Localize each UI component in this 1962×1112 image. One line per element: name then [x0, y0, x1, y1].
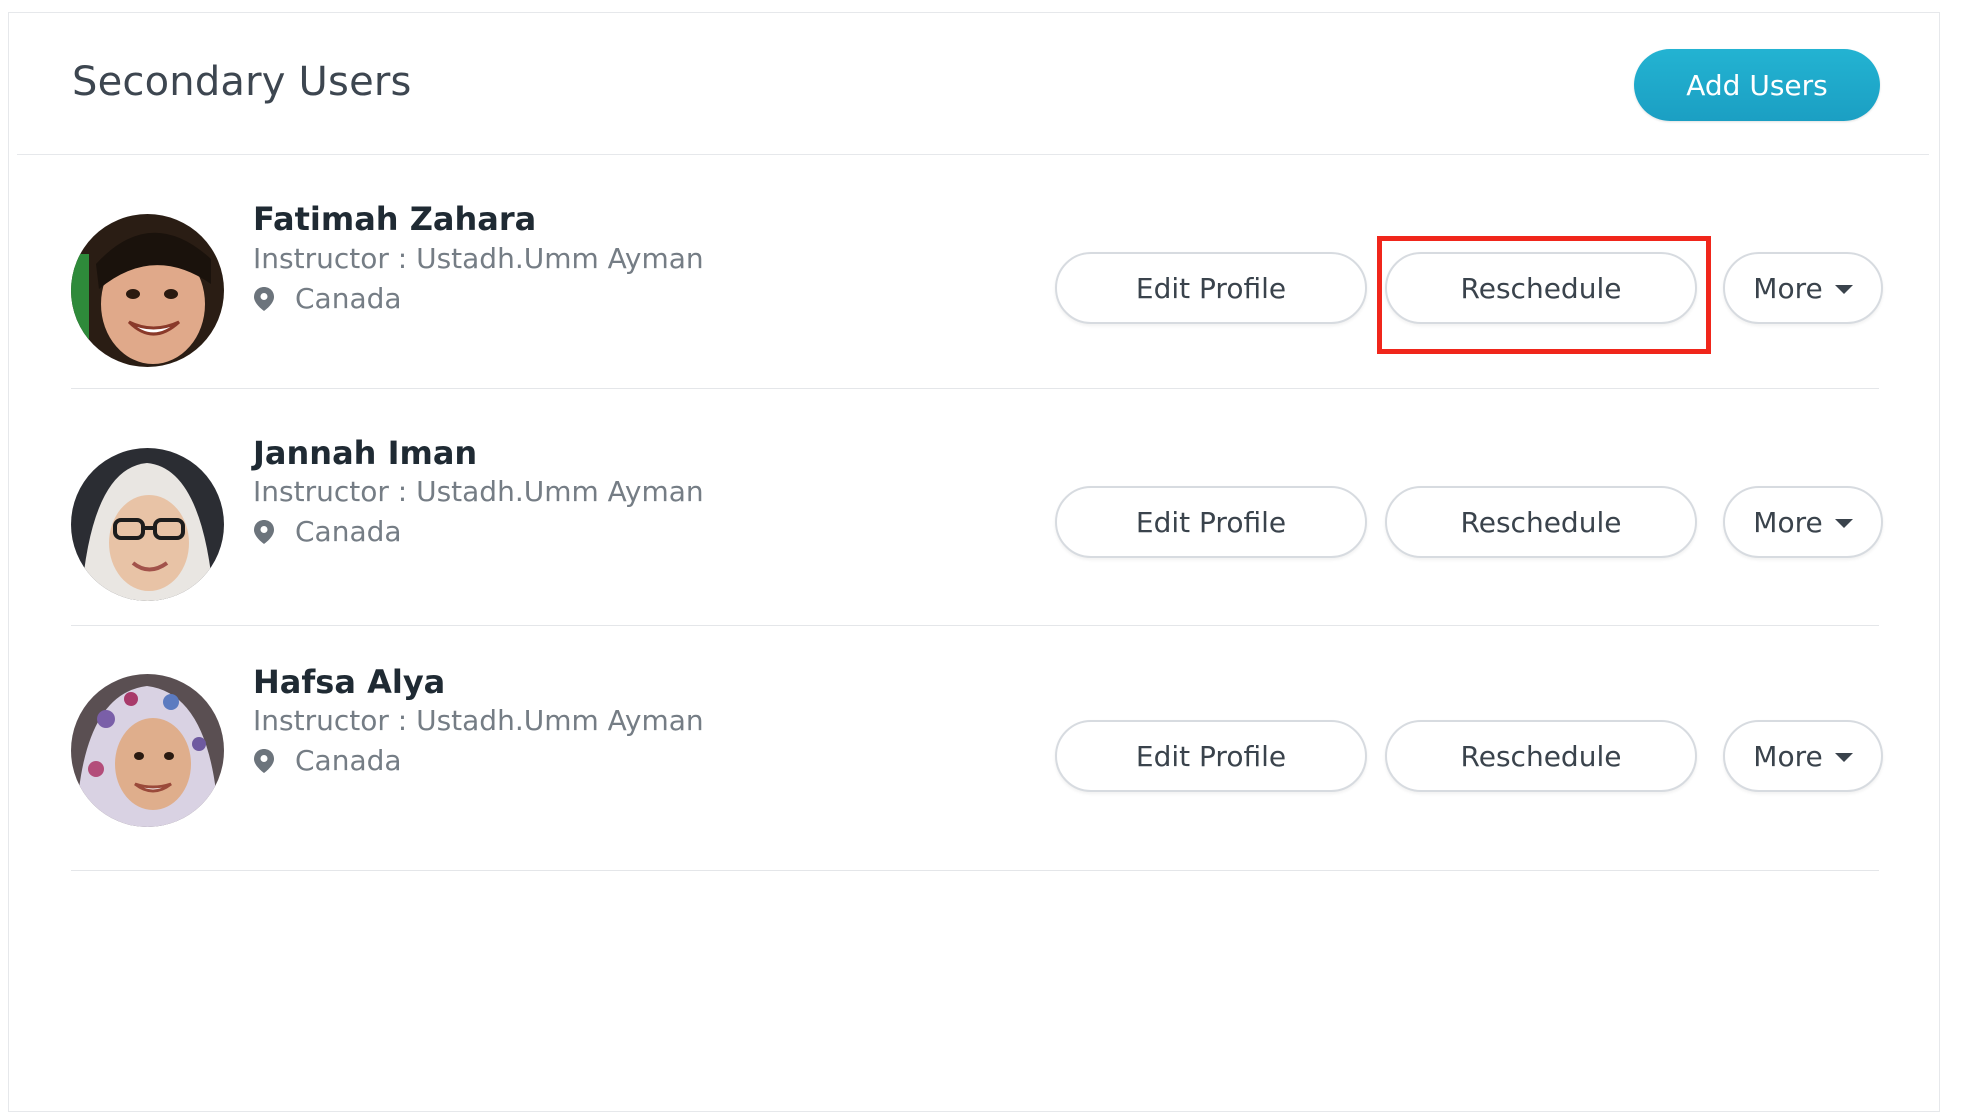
- more-label: More: [1753, 271, 1823, 305]
- instructor-label: Instructor : Ustadh.Umm Ayman: [253, 704, 704, 737]
- user-name: Fatimah Zahara: [253, 200, 537, 238]
- caret-down-icon: [1834, 519, 1853, 528]
- reschedule-button[interactable]: Reschedule: [1385, 252, 1697, 324]
- map-pin-icon: [254, 748, 274, 773]
- avatar: [71, 674, 224, 827]
- caret-down-icon: [1834, 285, 1853, 294]
- map-pin-icon: [254, 286, 274, 311]
- page-title: Secondary Users: [72, 59, 412, 105]
- instructor-label: Instructor : Ustadh.Umm Ayman: [253, 242, 704, 275]
- more-label: More: [1753, 505, 1823, 539]
- more-dropdown-button[interactable]: More: [1723, 252, 1883, 324]
- user-name: Hafsa Alya: [253, 663, 446, 701]
- instructor-label: Instructor : Ustadh.Umm Ayman: [253, 475, 704, 508]
- edit-profile-button[interactable]: Edit Profile: [1055, 720, 1367, 792]
- map-pin-icon: [254, 519, 274, 544]
- location: Canada: [253, 282, 402, 315]
- more-dropdown-button[interactable]: More: [1723, 486, 1883, 558]
- edit-profile-button[interactable]: Edit Profile: [1055, 486, 1367, 558]
- user-row: Fatimah Zahara Instructor : Ustadh.Umm A…: [71, 154, 1883, 389]
- location: Canada: [253, 744, 402, 777]
- user-row: Hafsa Alya Instructor : Ustadh.Umm Ayman…: [71, 625, 1883, 871]
- user-name: Jannah Iman: [253, 434, 478, 472]
- avatar: [71, 448, 224, 601]
- location-text: Canada: [295, 515, 402, 548]
- reschedule-button[interactable]: Reschedule: [1385, 486, 1697, 558]
- user-row: Jannah Iman Instructor : Ustadh.Umm Ayma…: [71, 389, 1883, 626]
- location-text: Canada: [295, 744, 402, 777]
- add-users-button[interactable]: Add Users: [1634, 49, 1880, 121]
- secondary-users-panel: Secondary Users Add Users Fatimah Zahara…: [8, 12, 1940, 1112]
- edit-profile-button[interactable]: Edit Profile: [1055, 252, 1367, 324]
- location: Canada: [253, 515, 402, 548]
- caret-down-icon: [1834, 753, 1853, 762]
- location-text: Canada: [295, 282, 402, 315]
- reschedule-button[interactable]: Reschedule: [1385, 720, 1697, 792]
- more-dropdown-button[interactable]: More: [1723, 720, 1883, 792]
- panel-header: Secondary Users Add Users: [17, 13, 1929, 155]
- avatar: [71, 214, 224, 367]
- more-label: More: [1753, 739, 1823, 773]
